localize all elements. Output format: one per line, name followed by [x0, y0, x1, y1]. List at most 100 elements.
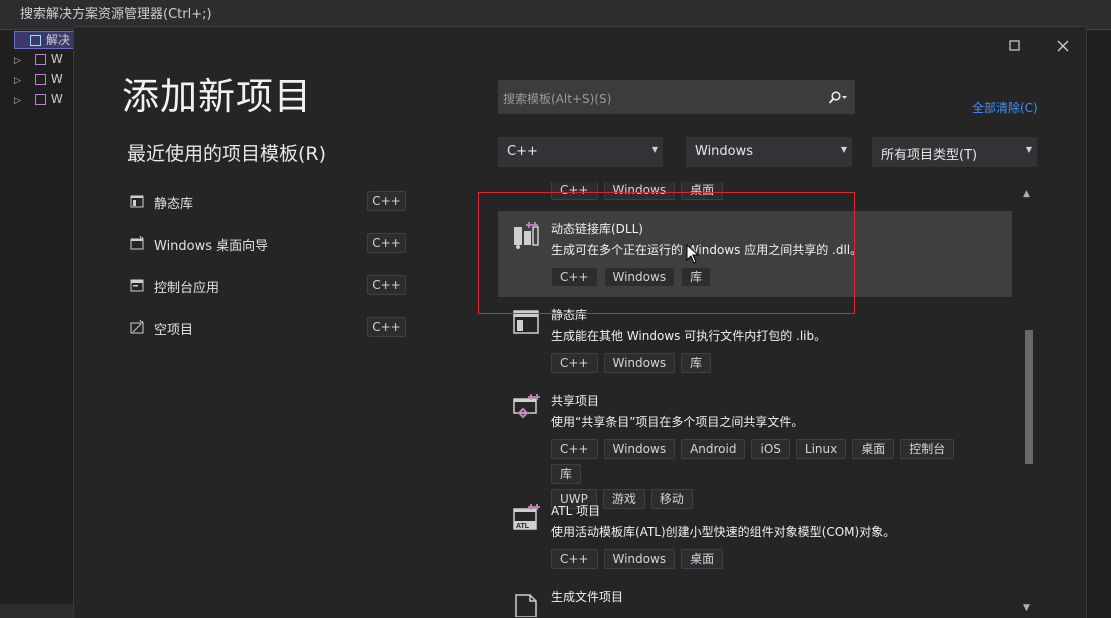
static-library-icon — [513, 310, 539, 334]
tag: Android — [681, 439, 746, 459]
recent-template-console-app[interactable]: 控制台应用 C++ — [130, 275, 410, 297]
tag: 库 — [681, 267, 712, 287]
scroll-up-icon[interactable]: ▲ — [1023, 189, 1030, 199]
template-name: 静态库 — [551, 308, 588, 322]
maximize-icon — [1009, 40, 1020, 51]
tag: 桌面 — [852, 439, 895, 459]
expand-arrow-icon[interactable]: ▷ — [14, 96, 21, 106]
project-icon — [34, 74, 46, 85]
project-type-filter-dropdown[interactable]: 所有项目类型(T) ▼ — [872, 137, 1037, 167]
scrollbar-thumb[interactable] — [1025, 330, 1033, 464]
tag: 桌面 — [681, 182, 724, 200]
language-tag: C++ — [367, 191, 406, 211]
solution-explorer-search-placeholder: 搜索解决方案资源管理器(Ctrl+;) — [20, 7, 212, 22]
tag: 库 — [551, 464, 582, 484]
tag: C++ — [551, 439, 598, 459]
status-strip — [0, 604, 74, 618]
template-item-partial[interactable]: C++ Windows 桌面 — [498, 182, 1012, 211]
dll-icon — [514, 222, 539, 249]
tree-item-1[interactable]: ▷ W — [14, 50, 63, 68]
template-list[interactable]: C++ Windows 桌面 动态链接库(DLL) 生成可在多个正在运行的 Wind… — [498, 182, 1015, 618]
solution-explorer-search[interactable]: 搜索解决方案资源管理器(Ctrl+;) — [0, 0, 1111, 30]
tag: C++ — [551, 549, 598, 569]
tag: Windows — [603, 182, 676, 200]
template-name: 共享项目 — [551, 394, 600, 408]
solution-node[interactable]: 解决 — [14, 31, 70, 49]
search-icon[interactable] — [828, 91, 848, 105]
language-filter-dropdown[interactable]: C++ ▼ — [498, 137, 663, 167]
tag: 桌面 — [681, 549, 724, 569]
maximize-button[interactable] — [1009, 37, 1021, 56]
tree-item-2[interactable]: ▷ W — [14, 70, 63, 88]
recent-template-windows-desktop-wizard[interactable]: Windows 桌面向导 C++ — [130, 233, 410, 255]
recent-template-label: 静态库 — [154, 197, 194, 212]
template-tags: C++ Windows 桌面 — [551, 182, 991, 204]
static-library-icon — [130, 195, 144, 208]
language-filter-value: C++ — [507, 144, 538, 159]
template-description: 使用“共享条目”项目在多个项目之间共享文件。 — [551, 415, 804, 429]
platform-filter-dropdown[interactable]: Windows ▼ — [686, 137, 852, 167]
tag: Windows — [603, 549, 676, 569]
template-search-input[interactable]: 搜索模板(Alt+S)(S) — [498, 80, 855, 114]
tree-item-3[interactable]: ▷ W — [14, 90, 63, 108]
tree-item-label: W — [50, 52, 63, 66]
clear-all-link[interactable]: 全部清除(C) — [972, 99, 1038, 116]
template-item-static-library[interactable]: 静态库 生成能在其他 Windows 可执行文件内打包的 .lib。 C++ Wi… — [498, 297, 1012, 383]
tree-item-label: W — [50, 72, 63, 86]
project-icon — [34, 94, 46, 105]
close-button[interactable] — [1057, 37, 1069, 56]
chevron-down-icon: ▼ — [1025, 145, 1032, 154]
tag: 库 — [681, 353, 712, 373]
scroll-down-icon[interactable]: ▼ — [1023, 603, 1030, 613]
console-app-icon — [130, 279, 144, 292]
recent-template-label: Windows 桌面向导 — [154, 239, 269, 254]
dialog-title: 添加新项目 — [122, 75, 312, 118]
platform-filter-value: Windows — [695, 144, 754, 159]
tag: C++ — [551, 353, 598, 373]
expand-arrow-icon[interactable]: ▷ — [14, 76, 21, 86]
recent-template-static-library[interactable]: 静态库 C++ — [130, 191, 410, 213]
close-icon — [1057, 40, 1069, 52]
template-item-makefile-project[interactable]: 生成文件项目 — [498, 579, 1012, 618]
chevron-down-icon: ▼ — [651, 145, 658, 154]
template-tags: C++ Windows 桌面 — [551, 548, 991, 573]
tag: Windows — [603, 439, 676, 459]
atl-project-icon: ATL — [513, 504, 540, 530]
project-type-filter-value: 所有项目类型(T) — [881, 148, 978, 163]
recent-templates-heading: 最近使用的项目模板(R) — [127, 143, 327, 165]
chevron-down-icon: ▼ — [840, 145, 847, 154]
search-placeholder: 搜索模板(Alt+S)(S) — [503, 92, 612, 106]
solution-node-label: 解决 — [46, 33, 71, 47]
template-tags: C++ Windows 库 — [551, 352, 991, 377]
template-name: 动态链接库(DLL) — [551, 222, 643, 236]
tag: C++ — [551, 267, 598, 287]
template-item-atl-project[interactable]: ATL ATL 项目 使用活动模板库(ATL)创建小型快速的组件对象模型(COM… — [498, 493, 1012, 579]
shared-project-icon — [513, 394, 540, 419]
template-item-shared-project[interactable]: 共享项目 使用“共享条目”项目在多个项目之间共享文件。 C++ Windows An… — [498, 383, 1012, 509]
language-tag: C++ — [367, 317, 406, 337]
tag: C++ — [551, 182, 598, 200]
solution-icon — [30, 35, 41, 46]
template-item-dll[interactable]: 动态链接库(DLL) 生成可在多个正在运行的 Windows 应用之间共享的 .… — [498, 211, 1012, 297]
expand-arrow-icon[interactable]: ▷ — [14, 56, 21, 66]
recent-template-empty-project[interactable]: 空项目 C++ — [130, 317, 410, 339]
template-name: 生成文件项目 — [551, 590, 624, 604]
tag: Windows — [603, 267, 676, 287]
makefile-project-icon — [515, 594, 537, 617]
recent-template-label: 空项目 — [154, 323, 194, 338]
tag: Linux — [795, 439, 847, 459]
template-description: 生成能在其他 Windows 可执行文件内打包的 .lib。 — [551, 329, 827, 343]
tag: iOS — [751, 439, 790, 459]
recent-template-label: 控制台应用 — [154, 281, 220, 296]
project-icon — [34, 54, 46, 65]
template-description: 使用活动模板库(ATL)创建小型快速的组件对象模型(COM)对象。 — [551, 525, 896, 539]
language-tag: C++ — [367, 275, 406, 295]
mouse-cursor-icon — [686, 244, 700, 264]
tree-item-label: W — [50, 92, 63, 106]
empty-project-icon — [130, 320, 144, 334]
tag: Windows — [603, 353, 676, 373]
language-tag: C++ — [367, 233, 406, 253]
svg-text:ATL: ATL — [516, 523, 530, 530]
template-tags: C++ Windows 库 — [551, 266, 991, 291]
template-name: ATL 项目 — [551, 504, 601, 518]
